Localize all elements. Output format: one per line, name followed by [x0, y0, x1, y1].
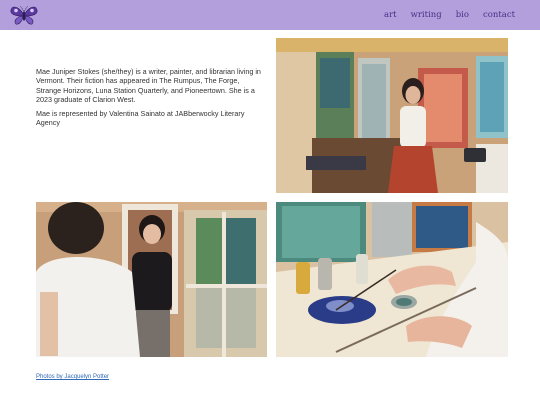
- studio-photo: [276, 38, 508, 193]
- main-nav: art writing bio contact: [384, 0, 515, 30]
- moth-icon[interactable]: [9, 4, 39, 26]
- nav-link-art[interactable]: art: [384, 10, 397, 20]
- nav-link-contact[interactable]: contact: [483, 10, 515, 20]
- site-header: art writing bio contact: [0, 0, 540, 30]
- nav-link-writing[interactable]: writing: [411, 10, 442, 20]
- nav-link-bio[interactable]: bio: [456, 10, 469, 20]
- painting-hands-photo: [276, 202, 508, 357]
- photo-credit-link[interactable]: Photos by Jacquelyn Potter: [36, 374, 109, 380]
- bio-text: Mae Juniper Stokes (she/they) is a write…: [36, 67, 264, 133]
- friends-photo: [36, 202, 267, 357]
- representation-paragraph: Mae is represented by Valentina Sainato …: [36, 109, 245, 128]
- bio-paragraph: Mae Juniper Stokes (she/they) is a write…: [36, 67, 261, 104]
